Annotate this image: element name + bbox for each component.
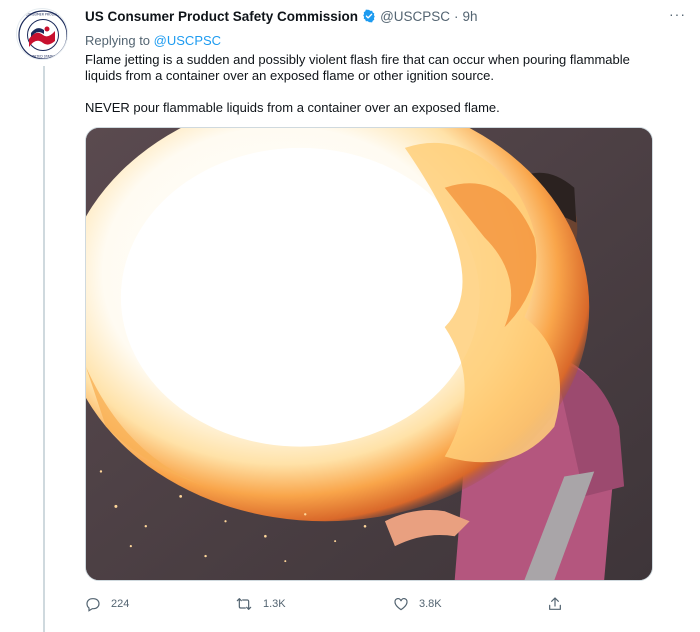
tweet-media-image[interactable] xyxy=(85,127,653,581)
like-count: 3.8K xyxy=(419,598,442,610)
more-icon[interactable]: ··· xyxy=(669,6,686,22)
reply-count: 224 xyxy=(111,598,130,610)
retweet-count: 1.3K xyxy=(263,598,286,610)
retweet-button[interactable]: 1.3K xyxy=(235,596,286,612)
tweet-actions: 224 1.3K 3.8K xyxy=(85,596,565,618)
reply-icon xyxy=(86,598,100,612)
retweet-icon xyxy=(236,598,252,610)
thread-line xyxy=(43,66,45,632)
replying-to: Replying to @USCPSC xyxy=(85,33,221,48)
separator-dot: · xyxy=(454,8,459,24)
avatar[interactable]: CONSUMER PRODUCT UNITED STATES xyxy=(16,8,68,60)
tweet-header: US Consumer Product Safety Commission @U… xyxy=(85,6,686,26)
verified-badge-icon xyxy=(362,9,376,23)
heart-icon xyxy=(394,597,408,611)
tweet-paragraph: NEVER pour flammable liquids from a cont… xyxy=(85,100,500,115)
svg-text:UNITED STATES: UNITED STATES xyxy=(31,55,56,59)
author-handle[interactable]: @USCPSC xyxy=(380,9,450,24)
share-button[interactable] xyxy=(547,596,573,612)
svg-text:CONSUMER PRODUCT: CONSUMER PRODUCT xyxy=(25,13,60,17)
share-icon xyxy=(549,597,561,610)
timestamp[interactable]: 9h xyxy=(463,9,478,24)
like-button[interactable]: 3.8K xyxy=(393,596,442,612)
author-name[interactable]: US Consumer Product Safety Commission xyxy=(85,9,358,24)
reply-button[interactable]: 224 xyxy=(85,596,129,612)
tweet-paragraph: Flame jetting is a sudden and possibly v… xyxy=(85,52,630,83)
replying-prefix: Replying to xyxy=(85,33,151,48)
tweet-text: Flame jetting is a sudden and possibly v… xyxy=(85,52,665,116)
replying-to-link[interactable]: @USCPSC xyxy=(154,33,221,48)
